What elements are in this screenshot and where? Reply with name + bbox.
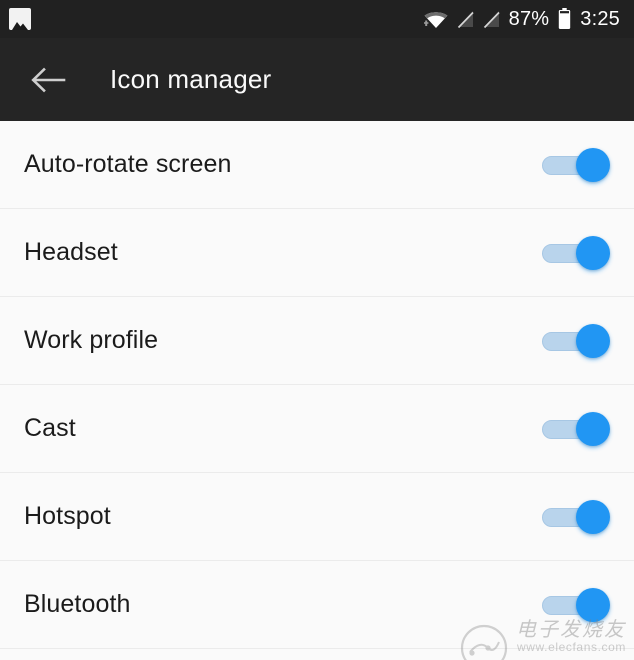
table-row[interactable]: Work profile [0,297,634,385]
battery-percent-label: 87% [508,8,550,30]
toggle-switch-bluetooth[interactable] [542,587,610,622]
back-button[interactable] [26,58,70,102]
table-row[interactable]: Hotspot [0,473,634,561]
icon-manager-list: Auto-rotate screen Headset Work profile … [0,121,634,649]
toggle-switch-hotspot[interactable] [542,499,610,534]
status-bar: 87% 3:25 [0,0,634,38]
list-item-label: Hotspot [24,502,111,530]
signal-no-service-icon [457,9,474,29]
switch-thumb [576,235,610,270]
toggle-switch-cast[interactable] [542,411,610,446]
toggle-switch-auto-rotate-screen[interactable] [542,147,610,182]
table-row[interactable]: Bluetooth [0,561,634,649]
status-bar-notifications [9,8,31,30]
switch-thumb [576,499,610,534]
switch-thumb [576,147,610,182]
page-title: Icon manager [110,64,272,94]
table-row[interactable]: Auto-rotate screen [0,121,634,209]
clock-label: 3:25 [580,8,620,30]
table-row[interactable]: Headset [0,209,634,297]
switch-thumb [576,411,610,446]
list-item-label: Bluetooth [24,590,131,618]
wifi-icon [423,9,448,29]
list-item-label: Headset [24,238,118,266]
app-bar: Icon manager [0,38,634,121]
switch-thumb [576,587,610,622]
toggle-switch-headset[interactable] [542,235,610,270]
status-bar-system-icons: 87% 3:25 [423,8,624,30]
image-screenshot-icon [9,8,31,30]
list-item-label: Work profile [24,326,159,354]
arrow-back-icon [30,65,66,95]
signal-no-service-icon [483,9,500,29]
toggle-switch-work-profile[interactable] [542,323,610,358]
battery-icon [558,8,571,30]
list-item-label: Cast [24,414,76,442]
phone-screen: 87% 3:25 Icon manager Auto-rotate screen… [0,0,634,660]
list-item-label: Auto-rotate screen [24,150,232,178]
switch-thumb [576,323,610,358]
table-row[interactable]: Cast [0,385,634,473]
